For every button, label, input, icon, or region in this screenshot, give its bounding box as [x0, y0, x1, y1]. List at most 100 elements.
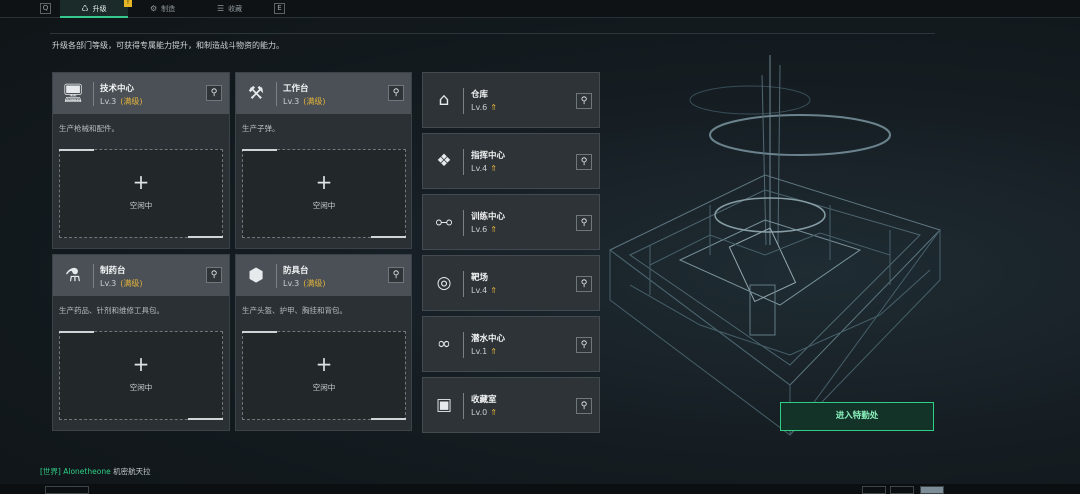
level-text: Lv.4 — [471, 164, 488, 173]
card-description: 生产枪械和配件。 — [59, 124, 119, 133]
upgrade-arrow-icon: ⇑ — [490, 225, 497, 234]
chat-message: 机密航天拉 — [113, 467, 151, 476]
quick-slot[interactable] — [890, 486, 914, 494]
upgrade-arrow-icon: ⇑ — [490, 347, 497, 356]
corner-marker — [371, 418, 406, 420]
quick-slot[interactable] — [862, 486, 886, 494]
facility-name: 潜水中心 — [471, 334, 506, 344]
level-text: Lv.6 — [471, 103, 488, 112]
search-icon: ⚲ — [392, 270, 400, 280]
production-slot[interactable]: + 空闲中 — [59, 149, 223, 238]
max-level-label: (满级) — [120, 97, 143, 106]
chat-input-button[interactable] — [45, 486, 89, 494]
tab-upgrade[interactable]: ♺ 升级 ! — [60, 0, 132, 18]
max-level-label: (满级) — [303, 279, 326, 288]
max-level-label: (满级) — [120, 279, 143, 288]
search-button[interactable]: ⚲ — [388, 85, 404, 101]
facility-warehouse[interactable]: ⌂ 仓库 Lv.6 ⇑ ⚲ — [422, 72, 600, 128]
collection-icon: ▣ — [435, 395, 453, 415]
slot-status: 空闲中 — [129, 383, 153, 392]
microscope-icon: ⚗ — [64, 265, 82, 286]
card-level: Lv.3 (满级) — [100, 96, 142, 107]
workshop-card-tech-center[interactable]: 🖥 技术中心 Lv.3 (满级) ⚲ 生产枪械和配件。 + 空闲中 — [52, 72, 230, 249]
avatar[interactable] — [920, 486, 944, 494]
slot-status: 空闲中 — [312, 201, 336, 210]
card-header: ⚗ 制药台 Lv.3 (满级) ⚲ — [53, 255, 229, 296]
search-icon: ⚲ — [580, 401, 588, 411]
facility-collection-room[interactable]: ▣ 收藏室 Lv.0 ⇑ ⚲ — [422, 377, 600, 433]
tools-icon: ⚒ — [247, 83, 265, 104]
prev-tab-key[interactable]: Q — [40, 3, 51, 14]
search-icon: ⚲ — [580, 340, 588, 350]
tab-collection-label: 收藏 — [228, 5, 243, 13]
upgrade-arrow-icon: ⇑ — [490, 408, 497, 417]
facility-level: Lv.6 ⇑ — [471, 103, 497, 112]
separator — [463, 149, 464, 175]
corner-marker — [242, 331, 277, 333]
corner-marker — [59, 331, 94, 333]
card-description: 生产子弹。 — [242, 124, 280, 133]
level-text: Lv.6 — [471, 225, 488, 234]
facility-name: 指挥中心 — [471, 151, 506, 161]
chat-line[interactable]: [世界] Alonetheone 机密航天拉 — [40, 466, 151, 477]
facility-diving-center[interactable]: ∞ 潜水中心 Lv.1 ⇑ ⚲ — [422, 316, 600, 372]
facility-training-center[interactable]: ⧟ 训练中心 Lv.6 ⇑ ⚲ — [422, 194, 600, 250]
facility-shooting-range[interactable]: ◎ 靶场 Lv.4 ⇑ ⚲ — [422, 255, 600, 311]
upgrade-arrow-icon: ⇑ — [490, 164, 497, 173]
search-icon: ⚲ — [580, 218, 588, 228]
separator — [463, 210, 464, 236]
separator — [463, 393, 464, 419]
search-icon: ⚲ — [580, 279, 588, 289]
workshop-card-armor[interactable]: ⬢ 防具台 Lv.3 (满级) ⚲ 生产头盔、护甲、胸挂和背包。 + 空闲中 — [235, 254, 412, 431]
upgrade-arrow-icon: ⇑ — [490, 103, 497, 112]
tab-craft[interactable]: ⚙ 制造 — [150, 0, 200, 18]
production-slot[interactable]: + 空闲中 — [242, 149, 406, 238]
level-text: Lv.1 — [471, 347, 488, 356]
facility-name: 靶场 — [471, 273, 489, 283]
corner-marker — [188, 418, 223, 420]
corner-marker — [242, 149, 277, 151]
collection-tab-icon: ☰ — [217, 4, 225, 13]
card-header: 🖥 技术中心 Lv.3 (满级) ⚲ — [53, 73, 229, 114]
production-slot[interactable]: + 空闲中 — [59, 331, 223, 420]
chat-channel: [世界] — [40, 467, 61, 476]
slot-status: 空闲中 — [129, 201, 153, 210]
upgrade-icon: ♺ — [81, 4, 89, 13]
card-title: 技术中心 — [100, 84, 135, 94]
upgrade-arrow-icon: ⇑ — [490, 286, 497, 295]
separator — [463, 88, 464, 114]
tab-collection[interactable]: ☰ 收藏 — [217, 0, 267, 18]
card-level: Lv.3 (满级) — [100, 278, 142, 289]
level-text: Lv.3 — [283, 97, 300, 106]
facility-level: Lv.0 ⇑ — [471, 408, 497, 417]
page-description: 升级各部门等级，可获得专属能力提升，和制造战斗物资的能力。 — [52, 41, 284, 50]
workshop-card-pharmacy[interactable]: ⚗ 制药台 Lv.3 (满级) ⚲ 生产药品、针剂和维修工具包。 + 空闲中 — [52, 254, 230, 431]
max-level-label: (满级) — [303, 97, 326, 106]
card-description: 生产头盔、护甲、胸挂和背包。 — [242, 306, 347, 315]
search-button[interactable]: ⚲ — [206, 267, 222, 283]
computer-icon: 🖥 — [61, 83, 85, 104]
separator — [463, 332, 464, 358]
notification-badge: ! — [124, 0, 132, 7]
search-button[interactable]: ⚲ — [206, 85, 222, 101]
level-text: Lv.3 — [100, 97, 117, 106]
enter-special-ops-button[interactable]: 进入特勤处 — [780, 402, 934, 431]
workshop-card-workbench[interactable]: ⚒ 工作台 Lv.3 (满级) ⚲ 生产子弹。 + 空闲中 — [235, 72, 412, 249]
craft-icon: ⚙ — [150, 4, 158, 13]
separator — [463, 271, 464, 297]
divider — [50, 33, 935, 34]
corner-marker — [371, 236, 406, 238]
facility-name: 仓库 — [471, 90, 489, 100]
armor-parts-icon: ⬢ — [248, 265, 264, 286]
facility-command-center[interactable]: ❖ 指挥中心 Lv.4 ⇑ ⚲ — [422, 133, 600, 189]
production-slot[interactable]: + 空闲中 — [242, 331, 406, 420]
slot-status: 空闲中 — [312, 383, 336, 392]
warehouse-icon: ⌂ — [438, 90, 450, 110]
search-icon: ⚲ — [392, 88, 400, 98]
bottom-bar — [0, 484, 1080, 494]
facility-level: Lv.1 ⇑ — [471, 347, 497, 356]
search-button[interactable]: ⚲ — [388, 267, 404, 283]
plus-icon: + — [132, 170, 150, 194]
corner-marker — [188, 236, 223, 238]
next-tab-key[interactable]: E — [274, 3, 285, 14]
